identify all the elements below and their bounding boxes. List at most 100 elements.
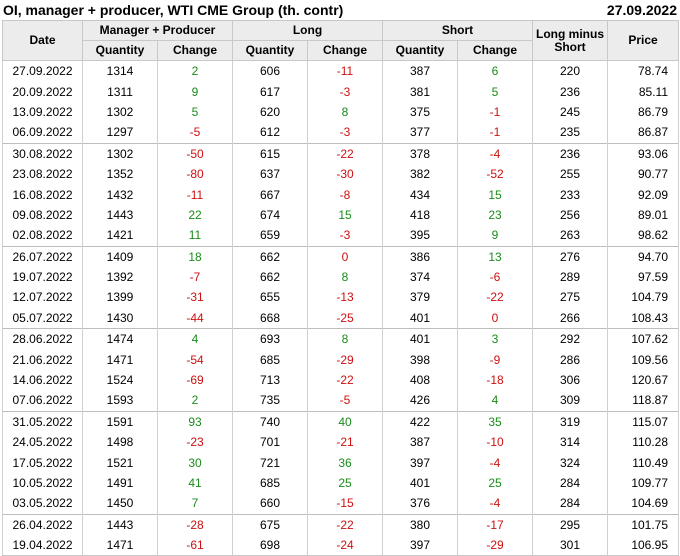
cell-date: 12.07.2022: [2, 287, 83, 308]
header-price: Price: [607, 20, 680, 61]
table-row: 17.05.2022 1521 30 721 36 397 -4 324 110.49: [2, 452, 680, 473]
cell-long-minus-short: 284: [532, 472, 609, 494]
cell-mp-quantity: 1302: [82, 142, 158, 164]
cell-mp-quantity: 1443: [82, 204, 158, 226]
cell-price: 92.09: [607, 184, 680, 205]
cell-price: 110.49: [607, 452, 680, 473]
cell-long-minus-short: 263: [532, 225, 609, 247]
header-mp-quantity: Quantity: [82, 40, 158, 61]
cell-mp-quantity: 1392: [82, 266, 158, 288]
cell-short-quantity: 401: [382, 307, 459, 329]
table-row: 30.08.2022 1302 -50 615 -22 378 -4 236 93.06: [2, 142, 680, 164]
cell-long-quantity: 617: [232, 81, 308, 102]
cell-long-quantity: 612: [232, 122, 308, 144]
cell-mp-change: -7: [157, 266, 233, 288]
cell-mp-change: 30: [157, 452, 233, 473]
cell-mp-quantity: 1432: [82, 184, 158, 205]
cell-long-minus-short: 286: [532, 349, 609, 370]
cell-long-change: -24: [306, 534, 384, 556]
cell-date: 02.08.2022: [2, 225, 83, 247]
cell-price: 115.07: [607, 410, 680, 433]
cell-long-minus-short: 292: [532, 328, 609, 350]
table-body: 27.09.2022 1314 2 606 -11 387 6 220 78.74 20.09.2…: [2, 60, 680, 556]
title-bar: OI, manager + producer, WTI CME Group (t…: [0, 0, 680, 20]
cell-mp-change: -54: [157, 349, 233, 370]
cell-date: 28.06.2022: [2, 328, 83, 350]
cell-long-minus-short: 306: [532, 369, 609, 391]
table-row: 31.05.2022 1591 93 740 40 422 35 319 115.07: [2, 410, 680, 433]
cell-long-quantity: 660: [232, 493, 308, 515]
cell-date: 07.06.2022: [2, 390, 83, 412]
cell-short-change: 15: [457, 184, 534, 205]
header-long-quantity: Quantity: [232, 40, 308, 61]
cell-mp-change: 18: [157, 245, 233, 267]
cell-price: 85.11: [607, 81, 680, 102]
cell-long-change: -22: [306, 142, 384, 164]
header-date: Date: [2, 20, 83, 61]
header-short-change: Change: [457, 40, 534, 61]
cell-mp-change: 11: [157, 225, 233, 247]
cell-date: 14.06.2022: [2, 369, 83, 391]
cell-mp-change: 5: [157, 101, 233, 123]
cell-mp-change: -31: [157, 287, 233, 308]
cell-long-quantity: 698: [232, 534, 308, 556]
cell-long-change: -30: [306, 163, 384, 185]
cell-short-change: 3: [457, 328, 534, 350]
cell-long-minus-short: 289: [532, 266, 609, 288]
cell-long-minus-short: 319: [532, 410, 609, 433]
cell-long-quantity: 685: [232, 472, 308, 494]
cell-price: 120.67: [607, 369, 680, 391]
cell-long-quantity: 668: [232, 307, 308, 329]
cell-long-change: 40: [306, 410, 384, 433]
cell-long-quantity: 674: [232, 204, 308, 226]
cell-mp-change: 4: [157, 328, 233, 350]
cell-long-change: -22: [306, 513, 384, 535]
cell-mp-quantity: 1430: [82, 307, 158, 329]
cell-mp-quantity: 1591: [82, 410, 158, 433]
cell-short-change: 13: [457, 245, 534, 267]
cell-long-change: -8: [306, 184, 384, 205]
cell-long-minus-short: 301: [532, 534, 609, 556]
cell-mp-change: 22: [157, 204, 233, 226]
cell-long-minus-short: 309: [532, 390, 609, 412]
cell-short-quantity: 379: [382, 287, 459, 308]
cell-short-quantity: 377: [382, 122, 459, 144]
cell-short-quantity: 375: [382, 101, 459, 123]
cell-long-quantity: 662: [232, 245, 308, 267]
report-date: 27.09.2022: [606, 2, 677, 18]
cell-long-quantity: 615: [232, 142, 308, 164]
cell-mp-change: -11: [157, 184, 233, 205]
cell-long-minus-short: 276: [532, 245, 609, 267]
cell-price: 78.74: [607, 60, 680, 82]
cell-date: 20.09.2022: [2, 81, 83, 102]
cell-short-change: -52: [457, 163, 534, 185]
cell-short-quantity: 386: [382, 245, 459, 267]
cell-mp-change: 93: [157, 410, 233, 433]
cell-long-minus-short: 256: [532, 204, 609, 226]
cell-short-quantity: 426: [382, 390, 459, 412]
table-row: 03.05.2022 1450 7 660 -15 376 -4 284 104.69: [2, 493, 680, 515]
cell-mp-quantity: 1498: [82, 432, 158, 453]
header-short: Short: [382, 20, 534, 41]
cell-long-minus-short: 245: [532, 101, 609, 123]
page-title: OI, manager + producer, WTI CME Group (t…: [3, 2, 344, 18]
cell-short-quantity: 387: [382, 60, 459, 82]
cell-mp-change: -69: [157, 369, 233, 391]
cell-mp-quantity: 1302: [82, 101, 158, 123]
cell-short-change: 23: [457, 204, 534, 226]
cell-short-change: -4: [457, 142, 534, 164]
cell-long-quantity: 721: [232, 452, 308, 473]
cell-long-change: 36: [306, 452, 384, 473]
cell-long-change: -11: [306, 60, 384, 82]
cell-short-change: -17: [457, 513, 534, 535]
table-row: 23.08.2022 1352 -80 637 -30 382 -52 255 90.77: [2, 163, 680, 185]
cell-long-change: -5: [306, 390, 384, 412]
cell-short-change: 25: [457, 472, 534, 494]
cell-long-minus-short: 236: [532, 142, 609, 164]
cell-mp-change: -23: [157, 432, 233, 453]
cell-long-change: 8: [306, 101, 384, 123]
cell-date: 03.05.2022: [2, 493, 83, 515]
cell-short-quantity: 380: [382, 513, 459, 535]
cell-date: 06.09.2022: [2, 122, 83, 144]
cell-long-change: 0: [306, 245, 384, 267]
